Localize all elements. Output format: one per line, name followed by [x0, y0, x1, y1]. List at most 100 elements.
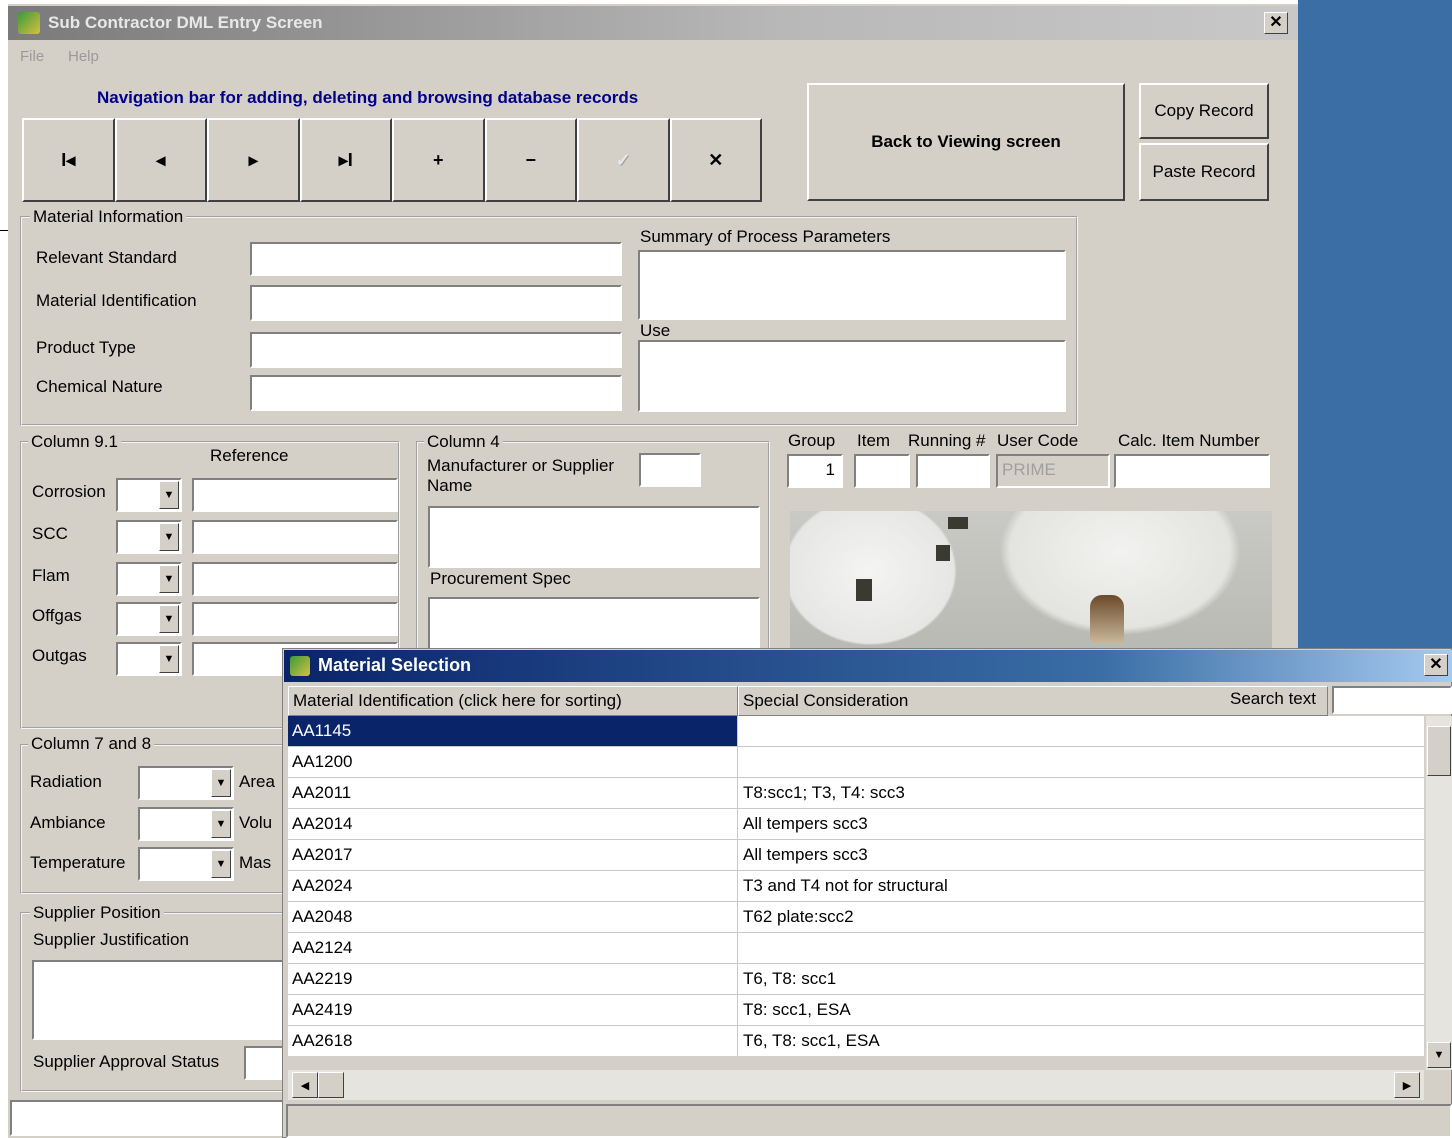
column91-combo-flam[interactable]: ▼	[116, 562, 182, 596]
menu-file[interactable]: File	[20, 48, 44, 65]
main-titlebar[interactable]: Sub Contractor DML Entry Screen ✕	[8, 6, 1298, 40]
material-id-cell[interactable]: AA2124	[288, 933, 738, 963]
table-row[interactable]: AA2048 T62 plate:scc2	[288, 902, 1424, 933]
material-id-cell[interactable]: AA2017	[288, 840, 738, 870]
table-row[interactable]: AA1200	[288, 747, 1424, 778]
table-row[interactable]: AA2618 T6, T8: scc1, ESA	[288, 1026, 1424, 1056]
material-identification-field[interactable]	[250, 285, 622, 321]
column91-reference-flam[interactable]	[192, 562, 398, 596]
procurement-field[interactable]	[428, 597, 760, 653]
dialog-titlebar[interactable]: Material Selection ✕	[284, 650, 1452, 682]
user-code-field[interactable]: PRIME	[996, 454, 1110, 488]
chevron-down-icon[interactable]: ▼	[211, 769, 231, 797]
summary-field[interactable]	[638, 250, 1066, 320]
vertical-scrollbar[interactable]: ▼	[1426, 716, 1452, 1070]
column91-combo-outgas[interactable]: ▼	[116, 642, 182, 676]
special-consideration-cell[interactable]: T6, T8: scc1	[738, 964, 1424, 994]
horizontal-scroll-thumb[interactable]	[318, 1072, 344, 1098]
chevron-down-icon[interactable]: ▼	[211, 850, 231, 878]
material-id-cell[interactable]: AA2419	[288, 995, 738, 1025]
first-record-button[interactable]: I◂	[22, 118, 115, 202]
scroll-right-icon[interactable]: ▶	[1394, 1072, 1420, 1098]
special-consideration-cell[interactable]: T8: scc1, ESA	[738, 995, 1424, 1025]
table-row[interactable]: AA2024 T3 and T4 not for structural	[288, 871, 1424, 902]
special-consideration-cell[interactable]: All tempers scc3	[738, 840, 1424, 870]
column91-combo-scc[interactable]: ▼	[116, 520, 182, 554]
material-id-cell[interactable]: AA2014	[288, 809, 738, 839]
table-row[interactable]: AA2219 T6, T8: scc1	[288, 964, 1424, 995]
special-consideration-cell[interactable]: T6, T8: scc1, ESA	[738, 1026, 1424, 1056]
close-icon[interactable]: ✕	[1264, 12, 1288, 34]
column91-combo-offgas[interactable]: ▼	[116, 602, 182, 636]
next-record-button[interactable]: ▸	[207, 118, 300, 202]
search-input[interactable]	[1332, 686, 1452, 714]
manufacturer-field[interactable]	[428, 506, 760, 568]
chevron-down-icon[interactable]: ▼	[159, 481, 179, 509]
table-row[interactable]: AA2017 All tempers scc3	[288, 840, 1424, 871]
chemical-nature-field[interactable]	[250, 375, 622, 411]
material-id-cell[interactable]: AA2024	[288, 871, 738, 901]
group-field[interactable]: 1	[787, 454, 843, 488]
running-field[interactable]	[916, 454, 990, 488]
vertical-scroll-thumb[interactable]	[1427, 726, 1451, 776]
chevron-down-icon[interactable]: ▼	[159, 523, 179, 551]
special-consideration-cell[interactable]	[738, 933, 1424, 963]
table-row[interactable]: AA2419 T8: scc1, ESA	[288, 995, 1424, 1026]
special-consideration-cell[interactable]: T8:scc1; T3, T4: scc3	[738, 778, 1424, 808]
horizontal-scrollbar[interactable]: ◀ ▶	[288, 1070, 1424, 1100]
manufacturer-code-field[interactable]	[639, 453, 701, 487]
material-id-cell[interactable]: AA2011	[288, 778, 738, 808]
scroll-left-icon[interactable]: ◀	[292, 1072, 318, 1098]
scroll-down-icon[interactable]: ▼	[1427, 1042, 1451, 1068]
cancel-record-button[interactable]: ✕	[669, 118, 762, 202]
prev-icon: ◂	[156, 149, 166, 170]
chevron-down-icon[interactable]: ▼	[159, 565, 179, 593]
material-id-cell[interactable]: AA2048	[288, 902, 738, 932]
use-field[interactable]	[638, 340, 1066, 412]
last-icon: ▸I	[338, 149, 353, 170]
dialog-title: Material Selection	[318, 655, 472, 675]
table-row[interactable]: AA1145	[288, 716, 1424, 747]
back-to-viewing-button[interactable]: Back to Viewing screen	[807, 83, 1125, 201]
column-91-label: Column 9.1	[28, 432, 121, 452]
chevron-down-icon[interactable]: ▼	[159, 645, 179, 673]
paste-record-button[interactable]: Paste Record	[1139, 143, 1269, 201]
menu-help[interactable]: Help	[68, 48, 99, 65]
previous-record-button[interactable]: ◂	[114, 118, 207, 202]
column91-reference-scc[interactable]	[192, 520, 398, 554]
material-id-cell[interactable]: AA1145	[288, 716, 738, 746]
chevron-down-icon[interactable]: ▼	[211, 810, 231, 838]
table-row[interactable]: AA2014 All tempers scc3	[288, 809, 1424, 840]
column78-combo-ambiance[interactable]: ▼	[138, 807, 234, 841]
special-consideration-cell[interactable]	[738, 716, 1424, 746]
delete-record-button[interactable]: −	[484, 118, 577, 202]
status-bar	[10, 1100, 286, 1136]
special-consideration-cell[interactable]	[738, 747, 1424, 777]
material-id-cell[interactable]: AA1200	[288, 747, 738, 777]
dialog-close-icon[interactable]: ✕	[1424, 654, 1448, 676]
column-header-material-id[interactable]: Material Identification (click here for …	[288, 686, 738, 716]
column91-combo-corrosion[interactable]: ▼	[116, 478, 182, 512]
column78-combo-temperature[interactable]: ▼	[138, 847, 234, 881]
relevant-standard-field[interactable]	[250, 242, 622, 276]
special-consideration-cell[interactable]: T3 and T4 not for structural	[738, 871, 1424, 901]
item-field[interactable]	[854, 454, 910, 488]
chevron-down-icon[interactable]: ▼	[159, 605, 179, 633]
table-row[interactable]: AA2011 T8:scc1; T3, T4: scc3	[288, 778, 1424, 809]
supplier-justification-field[interactable]	[32, 960, 290, 1040]
procurement-label: Procurement Spec	[430, 569, 571, 588]
column91-reference-offgas[interactable]	[192, 602, 398, 636]
table-row[interactable]: AA2124	[288, 933, 1424, 964]
material-id-cell[interactable]: AA2219	[288, 964, 738, 994]
material-id-cell[interactable]: AA2618	[288, 1026, 738, 1056]
special-consideration-cell[interactable]: All tempers scc3	[738, 809, 1424, 839]
last-record-button[interactable]: ▸I	[299, 118, 392, 202]
calc-item-field[interactable]	[1114, 454, 1270, 488]
product-type-field[interactable]	[250, 332, 622, 368]
add-record-button[interactable]: +	[392, 118, 485, 202]
column91-reference-corrosion[interactable]	[192, 478, 398, 512]
post-record-button[interactable]: ✓	[577, 118, 670, 202]
special-consideration-cell[interactable]: T62 plate:scc2	[738, 902, 1424, 932]
copy-record-button[interactable]: Copy Record	[1139, 83, 1269, 139]
column78-combo-radiation[interactable]: ▼	[138, 766, 234, 800]
